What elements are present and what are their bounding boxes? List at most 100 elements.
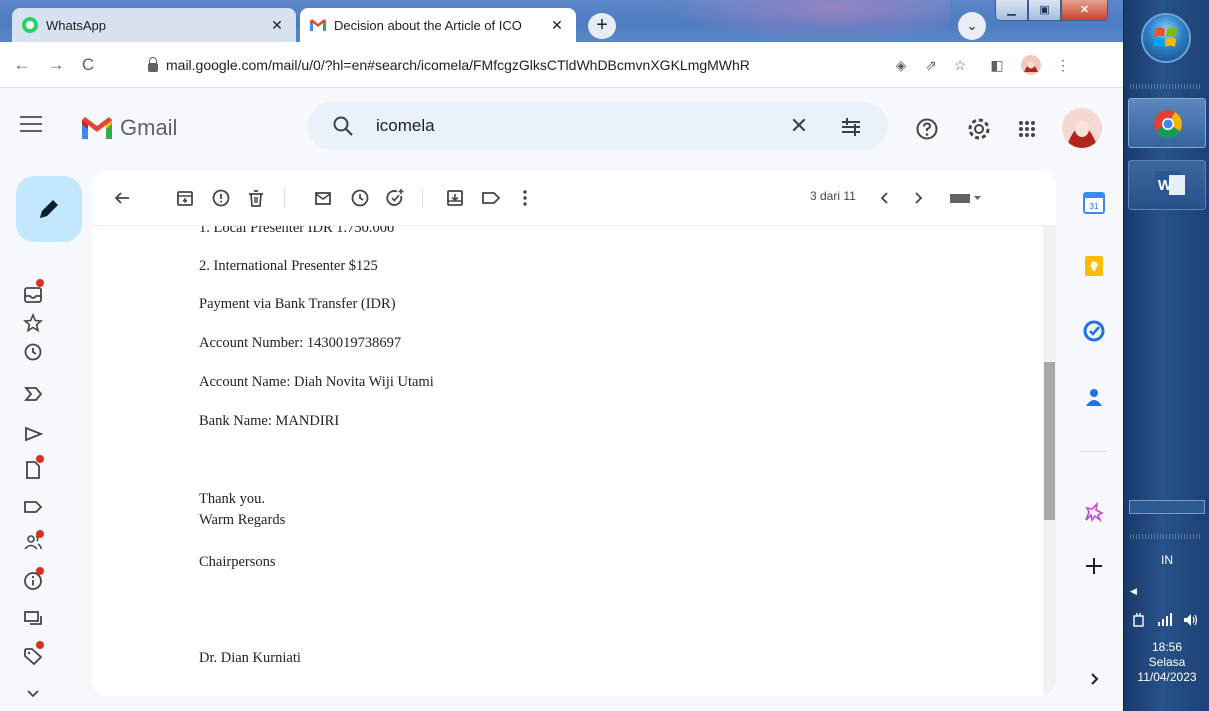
search-icon[interactable] xyxy=(332,115,354,137)
lock-icon[interactable] xyxy=(148,56,158,72)
taskbar-word-button[interactable]: W xyxy=(1128,160,1206,210)
clear-search-icon[interactable]: ✕ xyxy=(786,113,812,139)
back-arrow-icon[interactable] xyxy=(111,187,133,209)
account-avatar[interactable] xyxy=(1062,108,1102,148)
close-window-button[interactable]: ✕ xyxy=(1061,0,1108,21)
forward-button[interactable]: → xyxy=(42,51,70,79)
address-bar[interactable]: mail.google.com/mail/u/0/?hl=en#search/i… xyxy=(140,48,900,82)
important-icon[interactable] xyxy=(22,383,44,405)
url-text[interactable]: mail.google.com/mail/u/0/?hl=en#search/i… xyxy=(166,57,750,73)
label-icon[interactable] xyxy=(22,496,44,518)
google-keep-icon[interactable] xyxy=(1082,254,1106,278)
volume-icon[interactable] xyxy=(1182,612,1200,628)
window-controls: ▁ ▣ ✕ xyxy=(995,0,1108,22)
maximize-button[interactable]: ▣ xyxy=(1028,0,1061,21)
back-button[interactable]: ← xyxy=(8,51,36,79)
older-chevron-right-icon[interactable] xyxy=(907,187,929,209)
close-icon[interactable]: ✕ xyxy=(268,17,286,34)
bookmark-star-icon[interactable]: ☆ xyxy=(947,51,973,79)
windows-logo-icon xyxy=(1153,27,1177,47)
language-indicator[interactable]: IN xyxy=(1124,553,1209,567)
main-menu-icon[interactable] xyxy=(20,116,42,134)
clock-time: 18:56 xyxy=(1151,640,1183,654)
delete-trash-icon[interactable] xyxy=(245,187,267,209)
settings-gear-icon[interactable] xyxy=(966,116,992,142)
eye-icon[interactable]: ◈ xyxy=(888,51,914,79)
add-to-tasks-icon[interactable] xyxy=(384,187,406,209)
body-line: Account Number: 1430019738697 xyxy=(199,335,402,351)
body-line: Warm Regards xyxy=(199,512,286,528)
network-signal-icon[interactable] xyxy=(1156,612,1174,628)
browser-tab-strip: WhatsApp ✕ Decision about the Article of… xyxy=(0,0,1123,42)
windows-start-button[interactable] xyxy=(1141,13,1191,63)
forums-icon[interactable] xyxy=(22,608,44,630)
body-line: 2. International Presenter $125 xyxy=(199,258,378,274)
windows-taskbar: W IN ◀ 18:56 Selasa 11/04/2023 xyxy=(1123,0,1209,711)
body-line: Thank you. xyxy=(199,491,266,507)
report-spam-icon[interactable] xyxy=(210,187,232,209)
reload-button[interactable]: C xyxy=(74,51,102,79)
taskbar-scroll-control[interactable] xyxy=(1129,500,1205,514)
clock-day: Selasa xyxy=(1148,655,1186,669)
pencil-icon xyxy=(40,200,58,218)
system-clock[interactable]: 18:56 Selasa 11/04/2023 xyxy=(1124,640,1209,685)
compose-button[interactable] xyxy=(16,176,82,242)
input-tools-keyboard-icon[interactable] xyxy=(947,187,985,209)
tab-gmail-decision[interactable]: Decision about the Article of ICO ✕ xyxy=(300,8,576,42)
svg-text:W: W xyxy=(1158,177,1173,194)
get-addons-plus-icon[interactable] xyxy=(1082,554,1106,578)
toolbar-divider xyxy=(284,188,285,208)
tab-title: Decision about the Article of ICO xyxy=(334,17,522,33)
starred-icon[interactable] xyxy=(22,312,44,334)
clock-date: 11/04/2023 xyxy=(1137,670,1197,684)
addon-unicorn-icon[interactable] xyxy=(1082,500,1106,524)
chrome-icon xyxy=(1154,110,1182,138)
menu-kebab-icon[interactable]: ⋮ xyxy=(1050,51,1076,79)
power-plug-icon[interactable] xyxy=(1132,612,1146,628)
close-icon[interactable]: ✕ xyxy=(548,17,566,34)
google-tasks-icon[interactable] xyxy=(1082,319,1106,343)
scrollbar-thumb[interactable] xyxy=(1044,362,1055,520)
help-icon[interactable] xyxy=(914,116,940,142)
side-panel-icon[interactable]: ◧ xyxy=(984,51,1010,79)
tab-search-button[interactable]: ⌄ xyxy=(958,12,986,40)
expand-side-panel-chevron-icon[interactable] xyxy=(1082,667,1106,691)
notification-dot xyxy=(36,530,44,538)
signature-name: Dr. Dian Kurniati xyxy=(199,650,301,666)
search-bar[interactable]: ✕ xyxy=(308,102,888,150)
message-pane: 3 dari 11 1. Local Presenter IDR 1.750.0… xyxy=(92,170,1056,696)
more-options-icon[interactable] xyxy=(514,187,536,209)
show-hidden-icons-arrow-icon[interactable]: ◀ xyxy=(1130,586,1137,597)
notification-dot xyxy=(36,455,44,463)
message-toolbar: 3 dari 11 xyxy=(92,170,1056,226)
tab-whatsapp[interactable]: WhatsApp ✕ xyxy=(12,8,296,42)
apps-grid-icon[interactable] xyxy=(1014,116,1040,142)
new-tab-button[interactable]: + xyxy=(588,13,616,39)
minimize-button[interactable]: ▁ xyxy=(995,0,1028,21)
move-to-icon[interactable] xyxy=(444,187,466,209)
whatsapp-icon xyxy=(22,17,38,33)
archive-icon[interactable] xyxy=(174,187,196,209)
gmail-logo[interactable]: Gmail xyxy=(82,115,177,141)
microsoft-word-icon: W xyxy=(1155,171,1185,197)
snooze-clock-icon[interactable] xyxy=(349,187,371,209)
more-chevron-down-icon[interactable] xyxy=(22,682,44,704)
snoozed-clock-icon[interactable] xyxy=(22,341,44,363)
svg-text:31: 31 xyxy=(1090,202,1099,211)
body-line: Payment via Bank Transfer (IDR) xyxy=(199,296,396,312)
inbox-icon[interactable] xyxy=(22,284,44,306)
google-calendar-icon[interactable]: 31 xyxy=(1082,191,1106,215)
search-options-icon[interactable] xyxy=(838,114,864,140)
labels-icon[interactable] xyxy=(480,187,502,209)
share-icon[interactable]: ⇗ xyxy=(918,51,944,79)
newer-chevron-left-icon[interactable] xyxy=(874,187,896,209)
browser-toolbar: ← → C mail.google.com/mail/u/0/?hl=en#se… xyxy=(0,42,1123,88)
pager-count: 3 dari 11 xyxy=(810,189,856,203)
taskbar-chrome-button[interactable] xyxy=(1128,98,1206,148)
sent-icon[interactable] xyxy=(22,423,44,445)
google-contacts-icon[interactable] xyxy=(1082,385,1106,409)
taskbar-grip xyxy=(1130,84,1202,89)
mark-unread-mail-icon[interactable] xyxy=(312,187,334,209)
search-input[interactable] xyxy=(376,114,756,138)
profile-avatar-icon[interactable] xyxy=(1018,51,1044,85)
